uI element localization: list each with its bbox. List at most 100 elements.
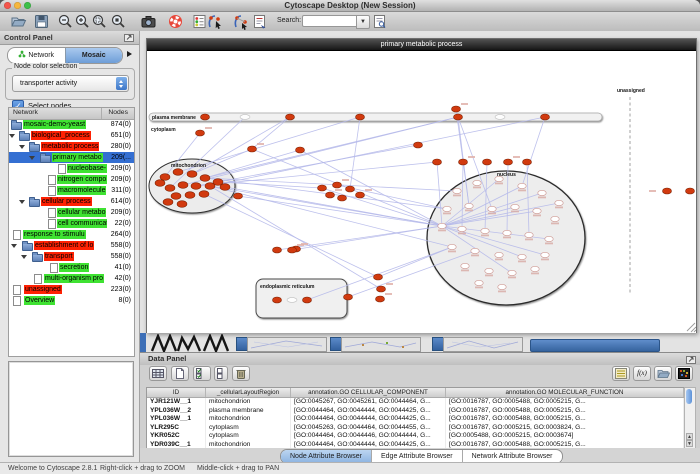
network-node[interactable] [374, 274, 383, 280]
network-edge[interactable] [210, 186, 381, 289]
network-node[interactable] [346, 186, 355, 192]
network-node[interactable] [185, 192, 195, 199]
network-node[interactable] [326, 192, 335, 198]
network-node[interactable] [191, 183, 201, 190]
network-node[interactable] [201, 114, 210, 120]
network-node[interactable] [171, 193, 181, 200]
tree-row[interactable]: nitrogen compo209(0) [9, 174, 134, 185]
network-edge[interactable] [192, 117, 290, 174]
tree-row[interactable]: cellular metabo209(0) [9, 207, 134, 218]
network-node[interactable] [551, 216, 559, 221]
network-node[interactable] [504, 159, 513, 165]
network-node[interactable] [483, 159, 492, 165]
network-node[interactable] [511, 204, 519, 209]
network-node[interactable] [471, 248, 479, 253]
tabs-overflow-arrow-icon[interactable] [127, 51, 132, 57]
network-node[interactable] [454, 114, 463, 120]
function-builder-button[interactable]: f(x) [633, 366, 651, 381]
resize-grip-icon[interactable] [687, 323, 696, 332]
import-attributes-button[interactable] [654, 366, 672, 381]
table-column-header[interactable]: _cellularLayoutRegion [206, 388, 291, 397]
zoom-in-button[interactable] [74, 13, 91, 30]
network-node[interactable] [485, 268, 493, 273]
vizmapper-button[interactable] [193, 13, 206, 30]
network-edge[interactable] [205, 178, 457, 191]
search-dropdown-arrow-icon[interactable]: ▼ [356, 15, 370, 29]
network-node[interactable] [165, 185, 175, 192]
network-node[interactable] [240, 115, 250, 120]
network-node[interactable] [433, 159, 442, 165]
network-node[interactable] [508, 270, 516, 275]
network-node[interactable] [273, 297, 282, 303]
network-node[interactable] [178, 182, 188, 189]
select-all-attributes-button[interactable] [193, 366, 211, 381]
help-button[interactable] [167, 13, 184, 30]
network-edge[interactable] [350, 117, 360, 189]
network-node[interactable] [495, 252, 503, 257]
network-node[interactable] [356, 192, 365, 198]
expander-arrow-icon[interactable] [9, 134, 15, 138]
network-edge[interactable] [196, 162, 437, 186]
network-node[interactable] [344, 294, 353, 300]
unselect-all-attributes-button[interactable] [214, 366, 228, 381]
network-node[interactable] [538, 190, 546, 195]
network-node[interactable] [523, 159, 532, 165]
network-node[interactable] [333, 182, 342, 188]
network-edge[interactable] [205, 150, 300, 178]
network-view-title[interactable]: primary metabolic process [147, 39, 696, 51]
float-panel-icon[interactable] [686, 355, 696, 364]
network-node[interactable] [459, 159, 468, 165]
network-node[interactable] [155, 180, 165, 187]
scroll-up-button[interactable]: ▲ [686, 433, 693, 440]
delete-attribute-button[interactable] [232, 366, 250, 381]
network-node[interactable] [503, 230, 511, 235]
create-attribute-button[interactable] [171, 366, 189, 381]
search-options-button[interactable] [373, 13, 387, 30]
network-node[interactable] [498, 284, 506, 289]
attribute-list-button[interactable] [612, 366, 630, 381]
scrollbar-thumb[interactable] [686, 389, 692, 404]
tree-row[interactable]: biological_process651(0) [9, 130, 134, 141]
network-node[interactable] [377, 286, 386, 292]
table-column-header[interactable]: ID [147, 388, 206, 397]
tree-row[interactable]: multi-organism pro42(0) [9, 273, 134, 284]
network-node[interactable] [234, 193, 243, 199]
tree-row[interactable]: macromolecule311(0) [9, 185, 134, 196]
network-node[interactable] [465, 203, 473, 208]
network-canvas[interactable]: plasma membranecytoplasmmitochondrionnuc… [147, 51, 696, 333]
tree-row[interactable]: cellular process614(0) [9, 196, 134, 207]
zoom-fit-button[interactable] [110, 13, 127, 30]
expander-arrow-icon[interactable] [19, 145, 25, 149]
network-node[interactable] [518, 183, 526, 188]
tree-column-nodes[interactable]: Nodes [108, 109, 128, 116]
tree-row[interactable]: metabolic process280(0) [9, 141, 134, 152]
minimized-view-panel[interactable] [443, 337, 523, 352]
network-node[interactable] [458, 226, 466, 231]
tab-mosaic[interactable]: Mosaic [65, 48, 123, 63]
network-node[interactable] [461, 263, 469, 268]
network-node[interactable] [288, 247, 297, 253]
search-input[interactable] [302, 15, 358, 27]
network-node[interactable] [686, 188, 695, 194]
minimized-frame-edge[interactable] [140, 333, 146, 352]
tree-row[interactable]: Overview8(0) [9, 295, 134, 306]
zoom-out-button[interactable] [57, 13, 74, 30]
network-node[interactable] [414, 142, 423, 148]
window-titlebar[interactable]: Cytoscape Desktop (New Session) [0, 0, 700, 12]
table-row[interactable]: YPL036W__2plasma membrane[GO:0044464, GO… [147, 407, 684, 416]
tree-row[interactable]: nucleobase-209(0) [9, 163, 134, 174]
expander-arrow-icon[interactable] [21, 255, 27, 259]
network-node[interactable] [303, 297, 312, 303]
network-node[interactable] [488, 206, 496, 211]
snapshot-button[interactable] [140, 13, 157, 30]
table-row[interactable]: YKR052Ccytoplasm[GO:0044464, GO:0044446,… [147, 432, 684, 441]
network-node[interactable] [443, 206, 451, 211]
tree-row[interactable]: response to stimulu264(0) [9, 229, 134, 240]
tree-row[interactable]: cell communicat22(0) [9, 218, 134, 229]
tree-row[interactable]: primary metabo209(... [9, 152, 134, 163]
network-node[interactable] [199, 191, 209, 198]
birds-eye-view[interactable] [8, 361, 134, 457]
network-node[interactable] [287, 298, 297, 303]
network-node[interactable] [518, 254, 526, 259]
network-node[interactable] [220, 184, 230, 191]
